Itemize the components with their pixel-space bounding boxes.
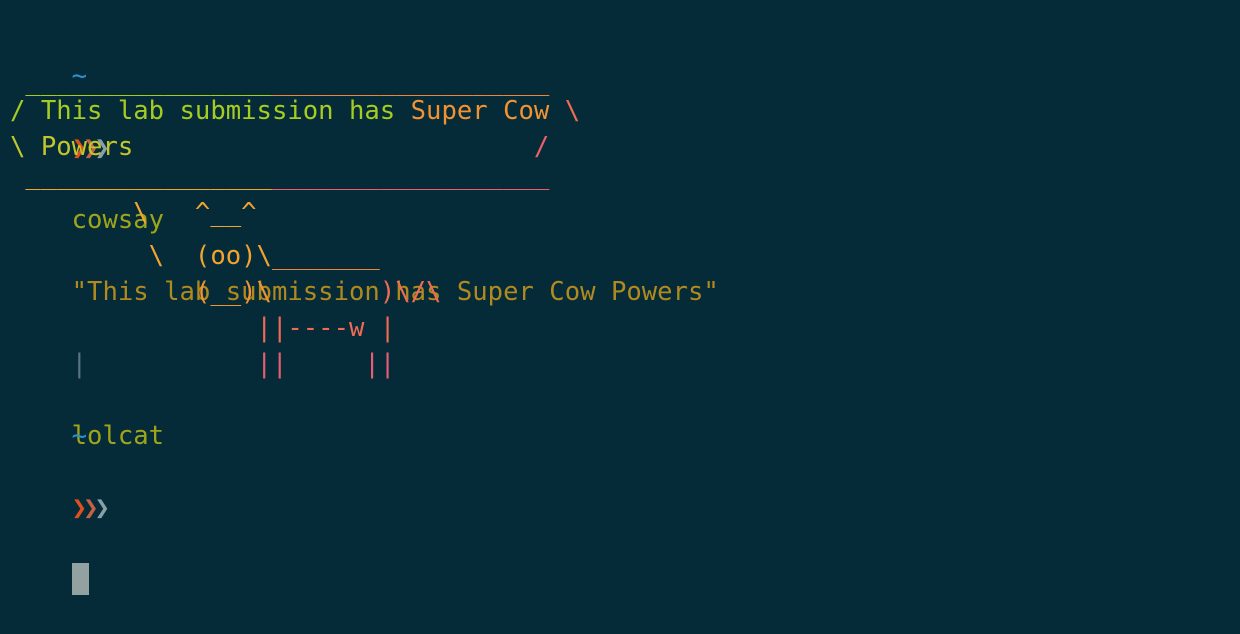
cowsay-output: __________________________________ / Thi… [10,0,1230,440]
cow-line-2: \ (oo)\_______ [10,241,380,271]
cow-line-5: || || [256,349,396,379]
bubble-line-1: / This lab submission has Super Cow \ [10,96,581,126]
cow-line-4: ||----w | [256,313,396,343]
prompt-chevron-icon: ❯❯❯ [71,493,110,523]
cow-line-3: (__)\ )\/\ [194,277,442,307]
prompt-home: ~ [71,421,88,451]
cow-line-1: \ ^__^ [10,198,257,228]
prompt-line[interactable]: ~ ❯❯❯ [10,382,110,595]
text-cursor[interactable] [71,563,89,595]
bubble-bottom: __________________________________ [10,161,550,191]
terminal-window[interactable]: ~ ❯❯❯ cowsay "This lab submission has Su… [10,0,1230,595]
